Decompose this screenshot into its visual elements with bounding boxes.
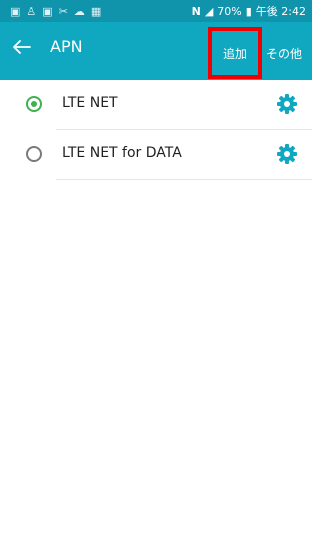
status-indicators: N ◢ 70% ▮ 午後 2:42 [192, 3, 306, 19]
apn-label: LTE NET [62, 95, 118, 111]
tools-icon: ✂ [58, 4, 68, 18]
gear-icon[interactable] [276, 143, 298, 165]
back-arrow-icon[interactable] [10, 35, 34, 59]
status-time: 午後 2:42 [255, 5, 306, 18]
image-icon: ▣ [42, 4, 53, 18]
signal-icon: ◢ [204, 4, 214, 18]
apn-list: LTE NET LTE NET for DATA [0, 80, 312, 180]
add-button-label: 追加 [222, 46, 247, 61]
screenshot-icon: ▦ [90, 4, 102, 18]
add-button[interactable]: 追加 [208, 27, 262, 79]
status-bar: ▣ ♙ ▣ ✂ ☁ ▦ N ◢ 70% ▮ 午後 2:42 [0, 0, 312, 22]
apn-label: LTE NET for DATA [62, 145, 182, 161]
apn-item-lte-net[interactable]: LTE NET [0, 80, 312, 130]
page-title: APN [50, 37, 83, 56]
battery-icon: ▮ [245, 4, 252, 18]
more-button[interactable]: その他 [266, 45, 302, 62]
person-icon: ♙ [26, 4, 37, 18]
radio-button-unselected[interactable] [26, 146, 42, 162]
network-type-label: N [191, 4, 201, 18]
gear-icon[interactable] [276, 93, 298, 115]
radio-button-selected[interactable] [26, 96, 42, 112]
battery-percent: 70% [217, 4, 242, 18]
notification-icons: ▣ ♙ ▣ ✂ ☁ ▦ [10, 6, 101, 17]
app-bar: APN 追加 その他 [0, 22, 312, 80]
cloud-icon: ☁ [73, 4, 85, 18]
image-icon: ▣ [10, 4, 21, 18]
apn-item-lte-net-for-data[interactable]: LTE NET for DATA [0, 130, 312, 180]
